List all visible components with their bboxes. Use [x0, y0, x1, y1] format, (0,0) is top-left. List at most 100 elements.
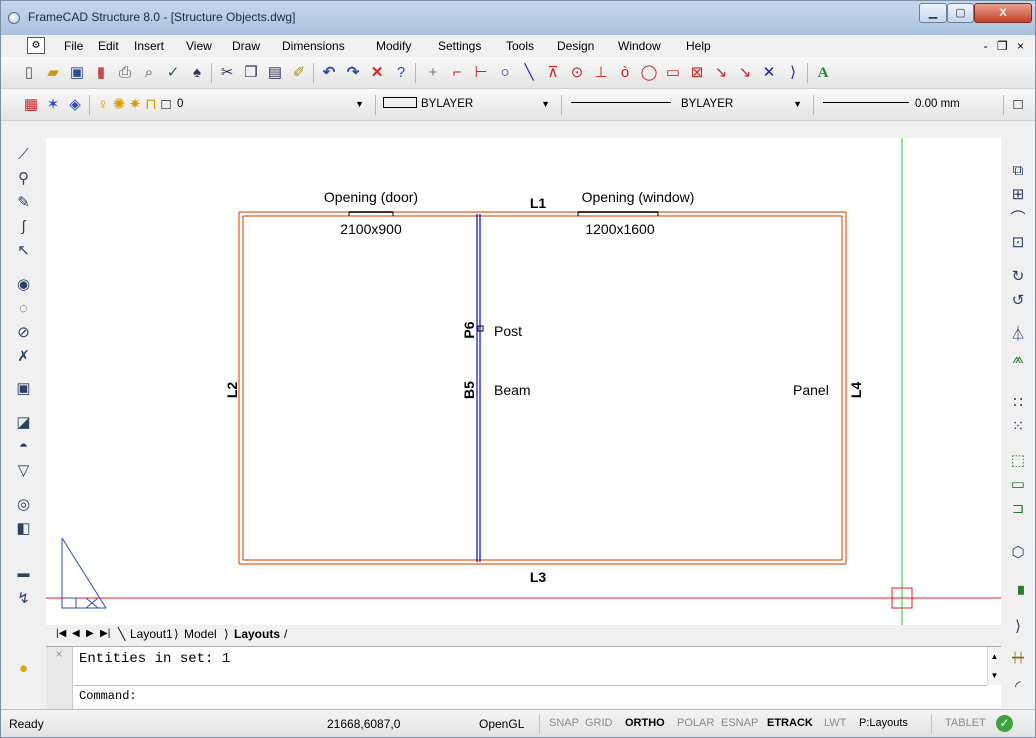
delete-icon[interactable]: ✕ [367, 63, 387, 83]
break-icon[interactable]: ⟩ [1001, 616, 1035, 638]
status-esnap-toggle[interactable]: ESNAP [721, 717, 758, 729]
checkmark-icon[interactable]: ✓ [996, 715, 1013, 732]
undo-icon[interactable]: ↶ [319, 63, 339, 83]
rectangle-icon[interactable]: ▭ [663, 63, 683, 83]
close-icon[interactable]: × [55, 647, 62, 661]
print-preview-icon[interactable]: ▮ [91, 63, 111, 83]
status-polar-toggle[interactable]: POLAR [677, 717, 714, 729]
arc-icon[interactable]: ╲ [519, 63, 539, 83]
pencil-icon[interactable]: ✎ [1, 192, 46, 214]
color-select[interactable]: BYLAYER ▼ [379, 95, 555, 116]
title-bar[interactable]: FrameCAD Structure 8.0 - [Structure Obje… [1, 1, 1035, 35]
offset-icon[interactable]: ⩕ [1001, 348, 1035, 370]
command-scrollbar[interactable]: ▲ ▼ [987, 647, 1001, 685]
maximize-button[interactable]: ▢ [947, 3, 974, 23]
open-icon[interactable]: ▰ [43, 63, 63, 83]
copy-tool-icon[interactable]: ⧉ [1001, 160, 1035, 182]
document-icon[interactable]: ⚙ [27, 37, 45, 54]
status-layouts-toggle[interactable]: P:Layouts [859, 717, 908, 729]
match-properties-icon[interactable]: ✐ [289, 63, 309, 83]
zoom-icon[interactable]: ⌕ [139, 63, 159, 83]
line-icon[interactable]: ⌐ [447, 63, 467, 83]
menu-edit[interactable]: Edit [98, 39, 119, 53]
menu-dimensions[interactable]: Dimensions [282, 39, 345, 53]
orbit-icon[interactable]: ⊘ [1, 322, 46, 344]
find-icon[interactable]: ♠ [187, 63, 207, 83]
point-icon[interactable]: ⊼ [543, 63, 563, 83]
solid-edit-icon[interactable]: ⬡ [1001, 542, 1035, 564]
mirror-icon[interactable]: ⌒ [1001, 208, 1035, 230]
stretch-icon[interactable]: ⊡ [1001, 232, 1035, 254]
status-grid-toggle[interactable]: GRID [585, 717, 613, 729]
new-icon[interactable]: ▯ [19, 63, 39, 83]
layer-state-icon[interactable]: ✶ [43, 95, 63, 115]
menu-draw[interactable]: Draw [232, 39, 260, 53]
mdi-window-controls[interactable]: - ❐ × [984, 39, 1027, 53]
layer-manager-icon[interactable]: ▦ [21, 95, 41, 115]
command-prompt[interactable]: Command: [79, 689, 137, 703]
layers-icon[interactable]: ▬ [1, 562, 46, 584]
tab-layouts[interactable]: Layouts [234, 627, 280, 641]
chamfer-icon[interactable]: ▗ [1001, 576, 1035, 598]
command-window-handle[interactable]: × [46, 647, 73, 709]
save-icon[interactable]: ▣ [67, 63, 87, 83]
tab-layout1[interactable]: Layout1 [130, 627, 173, 641]
menu-modify[interactable]: Modify [376, 39, 411, 53]
status-tablet-toggle[interactable]: TABLET [945, 717, 986, 729]
last-tab-icon[interactable]: ▶| [100, 628, 110, 639]
ellipse-icon[interactable]: ◯ [639, 63, 659, 83]
quadrant-icon[interactable]: ↘ [735, 63, 755, 83]
menu-window[interactable]: Window [618, 39, 661, 53]
extend-icon[interactable]: ⊐ [1001, 498, 1035, 520]
extension-icon[interactable]: ⟩ [783, 63, 803, 83]
rotate-ccw-icon[interactable]: ↺ [1001, 290, 1035, 312]
ring-icon[interactable]: ◎ [1, 494, 46, 516]
array-icon[interactable]: ⊞ [1001, 184, 1035, 206]
color-icon[interactable]: ● [1, 658, 46, 680]
mirror-axis-icon[interactable]: ⏃ [1001, 324, 1035, 346]
line-tool-icon[interactable]: ⟋ [1, 144, 46, 166]
region-icon[interactable]: ◪ [1, 412, 46, 434]
app-icon[interactable] [8, 12, 20, 24]
snap-icon[interactable]: ↯ [1, 588, 46, 610]
perpendicular-icon[interactable]: ⊥ [591, 63, 611, 83]
pan-icon[interactable]: ◌ [1, 298, 46, 320]
help-icon[interactable]: ? [391, 63, 411, 83]
layer-select[interactable]: 0 ▼ [173, 95, 369, 116]
linetype-select[interactable]: BYLAYER ▼ [567, 95, 807, 116]
spell-check-icon[interactable]: ✓ [163, 63, 183, 83]
hatch-icon[interactable]: ↖ [1, 240, 46, 262]
lineweight-select[interactable]: 0.00 mm [819, 95, 1001, 116]
view-icon[interactable]: ◓ [1, 436, 46, 458]
menu-settings[interactable]: Settings [438, 39, 481, 53]
status-lwt-toggle[interactable]: LWT [824, 717, 846, 729]
next-tab-icon[interactable]: ▶ [86, 628, 94, 639]
tangent-icon[interactable]: ò [615, 63, 635, 83]
menu-help[interactable]: Help [686, 39, 711, 53]
drawing-area[interactable]: Opening (door) 2100x900 Opening (window)… [46, 138, 1001, 625]
tab-model[interactable]: Model [184, 627, 217, 641]
block-icon[interactable]: ▣ [1, 378, 46, 400]
minimize-button[interactable]: ▁ [919, 3, 947, 23]
status-etrack-toggle[interactable]: ETRACK [767, 717, 813, 729]
intersection-icon[interactable]: ✕ [759, 63, 779, 83]
menu-view[interactable]: View [186, 39, 212, 53]
fillet-icon[interactable]: ◜ [1001, 676, 1035, 698]
zoom-window-icon[interactable]: ⚲ [1, 168, 46, 190]
target-icon[interactable]: ◉ [1, 274, 46, 296]
redo-icon[interactable]: ↷ [343, 63, 363, 83]
paste-icon[interactable]: ▤ [265, 63, 285, 83]
polyline-icon[interactable]: ⊢ [471, 63, 491, 83]
status-snap-toggle[interactable]: SNAP [549, 717, 579, 729]
status-ortho-toggle[interactable]: ORTHO [625, 717, 665, 729]
grid-icon[interactable]: ∷ [1001, 392, 1035, 414]
menu-insert[interactable]: Insert [134, 39, 164, 53]
box-tool-icon[interactable]: ▭ [1001, 474, 1035, 496]
rect-icon[interactable]: ⬚ [1001, 450, 1035, 472]
crosshair-icon[interactable]: + [423, 63, 443, 83]
menu-tools[interactable]: Tools [506, 39, 534, 53]
menu-file[interactable]: File [64, 39, 83, 53]
menu-design[interactable]: Design [557, 39, 594, 53]
print-icon[interactable]: ⎙ [115, 63, 135, 83]
rotate-icon[interactable]: ↻ [1001, 266, 1035, 288]
